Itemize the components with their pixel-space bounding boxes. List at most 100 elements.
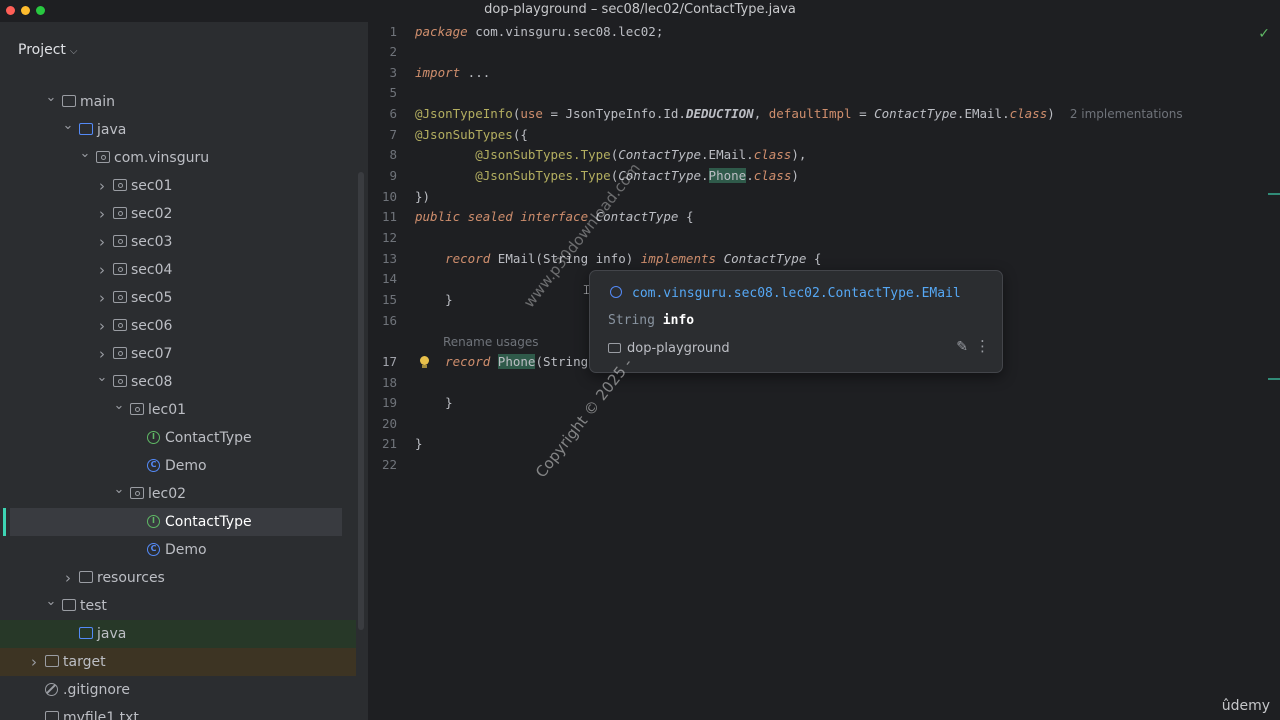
package-icon	[96, 151, 110, 163]
tree-item-label: java	[97, 122, 127, 138]
quick-documentation-popup[interactable]: com.vinsguru.sec08.lec02.ContactType.EMa…	[589, 270, 1003, 373]
chevron-right-icon[interactable]: ›	[96, 256, 108, 284]
text-file-icon	[45, 711, 59, 720]
tree-item[interactable]: ⌄ lec01	[0, 396, 356, 424]
tree-item-label: target	[63, 654, 106, 670]
chevron-down-icon[interactable]: ⌄	[45, 84, 57, 112]
chevron-down-icon[interactable]: ⌄	[62, 112, 74, 140]
project-tool-window: Project ⌵ ⌄ main ⌄ java ⌄ com.vinsguru › sec01 › s…	[0, 22, 369, 720]
tree-item[interactable]: › sec07	[0, 340, 356, 368]
package-icon	[130, 403, 144, 415]
tree-item-label: java	[97, 626, 127, 642]
popup-fqcn: com.vinsguru.sec08.lec02.ContactType.EMa…	[632, 286, 961, 301]
tree-item-label: sec04	[131, 262, 173, 278]
package-icon	[113, 207, 127, 219]
more-options-icon[interactable]: ⋮	[975, 337, 990, 355]
tree-item-label: resources	[97, 570, 165, 586]
chevron-right-icon[interactable]: ›	[96, 172, 108, 200]
tree-item-label: test	[80, 598, 107, 614]
tree-item[interactable]: I ContactType	[0, 424, 356, 452]
change-marker[interactable]	[1268, 378, 1280, 380]
folder-icon	[45, 655, 59, 667]
class-icon	[610, 286, 622, 298]
tree-item-label: myfile1.txt	[63, 710, 139, 720]
title-bar: dop-playground – sec08/lec02/ContactType…	[0, 0, 1280, 22]
popup-signature: String info	[608, 313, 694, 328]
class-icon: C	[147, 459, 160, 472]
tree-item[interactable]: C Demo	[0, 536, 356, 564]
tree-item[interactable]: ⌄ test	[0, 592, 356, 620]
window-title: dop-playground – sec08/lec02/ContactType…	[484, 2, 796, 17]
chevron-right-icon[interactable]: ›	[96, 284, 108, 312]
udemy-logo: ûdemy	[1221, 698, 1270, 714]
tree-item[interactable]: myfile1.txt	[0, 704, 356, 720]
chevron-right-icon[interactable]: ›	[28, 648, 40, 676]
tree-item[interactable]: java	[0, 620, 356, 648]
selection-marker	[3, 508, 6, 536]
project-view-selector[interactable]: Project ⌵	[18, 42, 78, 58]
project-view-label: Project	[18, 42, 66, 58]
no-problems-check-icon[interactable]: ✓	[1258, 26, 1270, 42]
tree-item[interactable]: › sec02	[0, 200, 356, 228]
chevron-right-icon[interactable]: ›	[96, 228, 108, 256]
param-name: info	[662, 313, 695, 328]
package-icon	[113, 347, 127, 359]
package-icon	[113, 235, 127, 247]
interface-icon: I	[147, 515, 160, 528]
implementations-inlay-hint[interactable]: 2 implementations	[1070, 107, 1183, 121]
tree-item[interactable]: › sec03	[0, 228, 356, 256]
chevron-down-icon[interactable]: ⌄	[45, 588, 57, 616]
module-folder-icon	[608, 343, 621, 353]
tree-item[interactable]: › sec05	[0, 284, 356, 312]
chevron-right-icon[interactable]: ›	[62, 564, 74, 592]
chevron-down-icon[interactable]: ⌄	[113, 476, 125, 504]
sidebar-scrollbar[interactable]	[358, 172, 364, 630]
tree-item[interactable]: ⌄ main	[0, 88, 356, 116]
tree-item[interactable]: ⌄ com.vinsguru	[0, 144, 356, 172]
tree-item-label: main	[80, 94, 115, 110]
resources-folder-icon	[79, 571, 93, 583]
source-folder-icon	[79, 123, 93, 135]
module-name: dop-playground	[627, 341, 730, 356]
rename-usages-hint[interactable]: Rename usages	[443, 335, 539, 349]
tree-item[interactable]: .gitignore	[0, 676, 356, 704]
chevron-right-icon[interactable]: ›	[96, 312, 108, 340]
chevron-right-icon[interactable]: ›	[96, 200, 108, 228]
tree-item-label: lec02	[148, 486, 187, 502]
package-icon	[113, 375, 127, 387]
tree-item-label: Demo	[165, 542, 207, 558]
tree-item[interactable]: › sec01	[0, 172, 356, 200]
tree-item-label: sec07	[131, 346, 173, 362]
chevron-down-icon[interactable]: ⌄	[96, 364, 108, 392]
package-icon	[130, 487, 144, 499]
tree-item[interactable]: ⌄ java	[0, 116, 356, 144]
folder-icon	[62, 95, 76, 107]
tree-item[interactable]: I ContactType	[0, 508, 356, 536]
tree-item[interactable]: › sec04	[0, 256, 356, 284]
source-folder-icon	[79, 627, 93, 639]
tree-item[interactable]: C Demo	[0, 452, 356, 480]
tree-item-label: sec06	[131, 318, 173, 334]
project-tree: ⌄ main ⌄ java ⌄ com.vinsguru › sec01 › sec02 › sec0…	[0, 88, 356, 720]
package-icon	[113, 263, 127, 275]
tree-item[interactable]: › target	[0, 648, 356, 676]
package-icon	[113, 291, 127, 303]
tree-item-label: com.vinsguru	[114, 150, 210, 166]
folder-icon	[62, 599, 76, 611]
change-marker[interactable]	[1268, 193, 1280, 195]
tree-item[interactable]: › sec06	[0, 312, 356, 340]
tree-item-label: lec01	[148, 402, 187, 418]
tree-item-label: sec01	[131, 178, 173, 194]
chevron-down-icon[interactable]: ⌄	[113, 392, 125, 420]
chevron-down-icon: ⌵	[69, 46, 78, 57]
tree-item-label: .gitignore	[63, 682, 130, 698]
class-icon: C	[147, 543, 160, 556]
tree-item[interactable]: ⌄ sec08	[0, 368, 356, 396]
popup-class-link[interactable]: com.vinsguru.sec08.lec02.ContactType.EMa…	[610, 286, 961, 301]
tree-item[interactable]: ⌄ lec02	[0, 480, 356, 508]
chevron-down-icon[interactable]: ⌄	[79, 140, 91, 168]
tree-item-label: Demo	[165, 458, 207, 474]
edit-source-icon[interactable]: ✎	[956, 339, 968, 355]
tree-item-label: ContactType	[165, 430, 252, 446]
package-icon	[113, 179, 127, 191]
